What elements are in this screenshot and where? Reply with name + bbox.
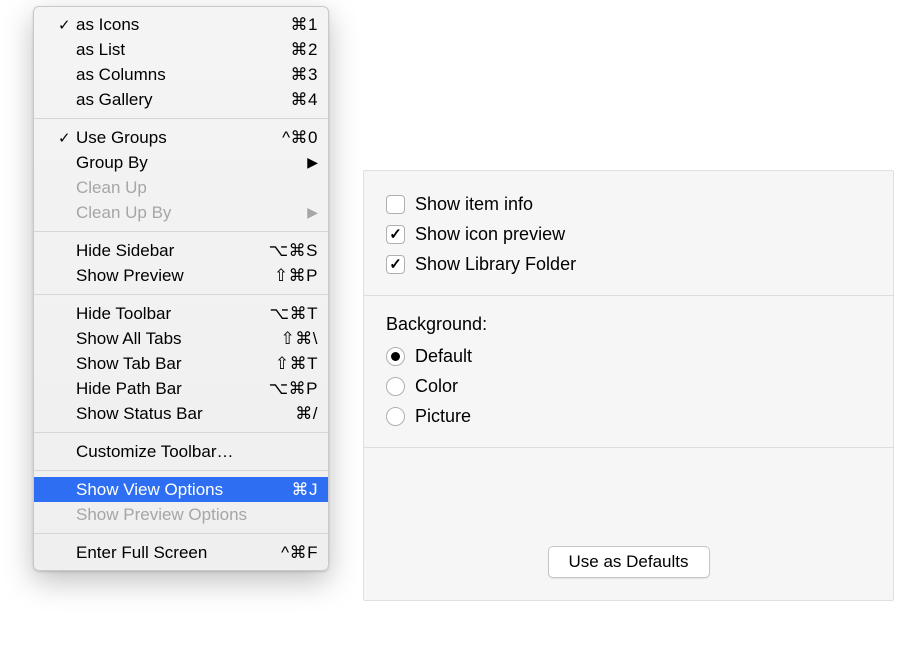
menu-item-label: Use Groups	[58, 128, 272, 148]
menu-shortcut: ⌥⌘S	[259, 241, 318, 261]
menu-item-hide-path-bar[interactable]: Hide Path Bar ⌥⌘P	[34, 376, 328, 401]
menu-item-label: Clean Up By	[58, 203, 307, 223]
menu-shortcut: ⇧⌘P	[264, 266, 318, 286]
menu-shortcut: ^⌘0	[272, 128, 318, 148]
menu-item-as-icons[interactable]: ✓ as Icons ⌘1	[34, 12, 328, 37]
radio-bg-color[interactable]	[386, 377, 405, 396]
menu-item-label: Show Status Bar	[58, 404, 285, 424]
menu-item-as-gallery[interactable]: as Gallery ⌘4	[34, 87, 328, 112]
menu-item-show-preview[interactable]: Show Preview ⇧⌘P	[34, 263, 328, 288]
background-heading: Background:	[386, 314, 871, 335]
checkbox-show-item-info[interactable]	[386, 195, 405, 214]
menu-item-label: Show All Tabs	[58, 329, 271, 349]
menu-shortcut: ⌘1	[281, 15, 318, 35]
menu-item-show-view-options[interactable]: Show View Options ⌘J	[34, 477, 328, 502]
checkbox-show-icon-preview[interactable]	[386, 225, 405, 244]
menu-item-clean-up-by: Clean Up By ▶	[34, 200, 328, 225]
menu-item-hide-sidebar[interactable]: Hide Sidebar ⌥⌘S	[34, 238, 328, 263]
use-as-defaults-button[interactable]: Use as Defaults	[548, 546, 710, 578]
radio-bg-picture[interactable]	[386, 407, 405, 426]
menu-item-enter-full-screen[interactable]: Enter Full Screen ^⌘F	[34, 540, 328, 565]
menu-item-label: Hide Toolbar	[58, 304, 260, 324]
menu-item-label: Hide Sidebar	[58, 241, 259, 261]
menu-shortcut: ^⌘F	[271, 543, 318, 563]
menu-item-as-list[interactable]: as List ⌘2	[34, 37, 328, 62]
menu-item-label: Show View Options	[58, 480, 282, 500]
menu-item-label: as Columns	[58, 65, 281, 85]
menu-item-label: as List	[58, 40, 281, 60]
view-options-panel: Show item info Show icon preview Show Li…	[363, 170, 894, 601]
menu-item-label: Show Tab Bar	[58, 354, 265, 374]
radio-bg-default[interactable]	[386, 347, 405, 366]
menu-separator	[34, 470, 328, 471]
menu-separator	[34, 432, 328, 433]
menu-item-label: as Icons	[58, 15, 281, 35]
checkmark-icon: ✓	[58, 129, 71, 147]
checkbox-show-library-folder[interactable]	[386, 255, 405, 274]
menu-separator	[34, 231, 328, 232]
menu-shortcut: ⌥⌘T	[260, 304, 318, 324]
menu-item-show-status-bar[interactable]: Show Status Bar ⌘/	[34, 401, 328, 426]
radio-label: Picture	[415, 406, 471, 427]
submenu-arrow-icon: ▶	[307, 154, 318, 171]
menu-shortcut: ⌘/	[285, 404, 318, 424]
menu-shortcut: ⌘4	[281, 90, 318, 110]
menu-separator	[34, 118, 328, 119]
menu-item-label: Enter Full Screen	[58, 543, 271, 563]
checkbox-label: Show icon preview	[415, 224, 565, 245]
menu-item-group-by[interactable]: Group By ▶	[34, 150, 328, 175]
submenu-arrow-icon: ▶	[307, 204, 318, 221]
menu-item-label: Customize Toolbar…	[58, 442, 318, 462]
menu-shortcut: ⇧⌘\	[271, 329, 318, 349]
checkbox-section: Show item info Show icon preview Show Li…	[364, 171, 893, 295]
menu-item-label: as Gallery	[58, 90, 281, 110]
menu-item-show-all-tabs[interactable]: Show All Tabs ⇧⌘\	[34, 326, 328, 351]
panel-footer: Use as Defaults	[364, 448, 893, 600]
menu-separator	[34, 533, 328, 534]
radio-label: Color	[415, 376, 458, 397]
checkmark-icon: ✓	[58, 16, 71, 34]
menu-item-customize-toolbar[interactable]: Customize Toolbar…	[34, 439, 328, 464]
radio-label: Default	[415, 346, 472, 367]
checkbox-label: Show item info	[415, 194, 533, 215]
checkbox-label: Show Library Folder	[415, 254, 576, 275]
menu-item-clean-up: Clean Up	[34, 175, 328, 200]
menu-item-label: Show Preview	[58, 266, 264, 286]
menu-item-use-groups[interactable]: ✓ Use Groups ^⌘0	[34, 125, 328, 150]
menu-separator	[34, 294, 328, 295]
menu-item-label: Show Preview Options	[58, 505, 318, 525]
menu-item-show-tab-bar[interactable]: Show Tab Bar ⇧⌘T	[34, 351, 328, 376]
menu-shortcut: ⌘3	[281, 65, 318, 85]
background-section: Background: Default Color Picture	[364, 296, 893, 447]
view-menu: ✓ as Icons ⌘1 as List ⌘2 as Columns ⌘3 a…	[33, 6, 329, 571]
menu-item-as-columns[interactable]: as Columns ⌘3	[34, 62, 328, 87]
menu-shortcut: ⇧⌘T	[265, 354, 318, 374]
menu-shortcut: ⌘2	[281, 40, 318, 60]
menu-item-label: Group By	[58, 153, 307, 173]
menu-shortcut: ⌘J	[282, 480, 319, 500]
menu-item-label: Hide Path Bar	[58, 379, 259, 399]
menu-item-show-preview-options: Show Preview Options	[34, 502, 328, 527]
menu-shortcut: ⌥⌘P	[259, 379, 318, 399]
menu-item-label: Clean Up	[58, 178, 318, 198]
menu-item-hide-toolbar[interactable]: Hide Toolbar ⌥⌘T	[34, 301, 328, 326]
